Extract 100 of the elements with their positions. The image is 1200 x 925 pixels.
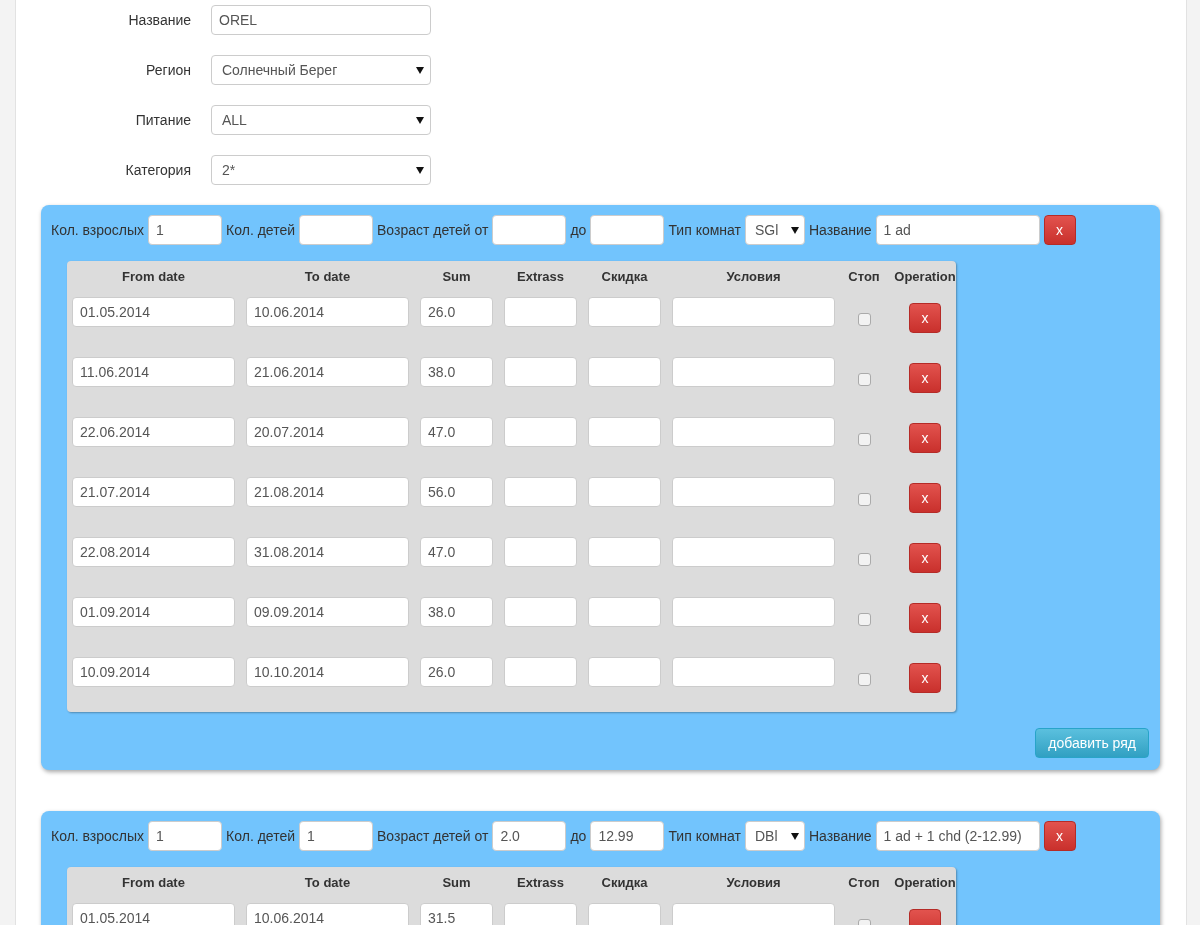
sum-field[interactable]: 38.0 [420,357,493,387]
date-field[interactable]: 11.06.2014 [72,357,235,387]
delete-button[interactable]: x [909,543,941,573]
delete-button[interactable]: x [909,483,941,513]
children-field[interactable]: 1 [299,821,374,851]
delete-button[interactable]: x [909,303,941,333]
field-label: Регион [145,62,191,78]
age-from-field[interactable]: 2.0 [492,821,567,851]
extras-field[interactable] [504,597,577,627]
room-type-select[interactable]: DBl [744,821,805,851]
sum-field[interactable]: 56.0 [420,477,493,507]
date-field[interactable]: 20.07.2014 [246,417,409,447]
sum-field[interactable]: 26.0 [420,657,493,687]
field-label: Возраст детей от [377,828,489,844]
sum-field[interactable]: 47.0 [420,417,493,447]
caret-icon [416,166,424,174]
adults-field[interactable]: 1 [148,215,223,245]
field-label: Тип комнат [668,222,741,238]
discount-field[interactable] [588,903,661,925]
conditions-field[interactable] [672,297,835,327]
field-label: Питание [134,112,191,128]
delete-button[interactable]: x [909,363,941,393]
date-field[interactable]: 09.09.2014 [246,597,409,627]
stop-checkbox[interactable] [857,613,871,626]
children-field[interactable] [299,215,374,245]
field-label: Категория [124,162,191,178]
field-label: Название [808,828,872,844]
discount-field[interactable] [588,597,661,627]
conditions-field[interactable] [672,477,835,507]
column-header: From date [121,268,186,284]
select-field[interactable]: 2* [211,155,431,185]
date-field[interactable]: 01.09.2014 [72,597,235,627]
name-field[interactable]: 1 ad [875,215,1040,245]
sum-field[interactable]: 31.5 [420,903,493,925]
date-field[interactable]: 21.08.2014 [246,477,409,507]
discount-field[interactable] [588,297,661,327]
field-label: до [570,828,587,844]
extras-field[interactable] [504,357,577,387]
date-field[interactable]: 01.05.2014 [72,297,235,327]
extras-field[interactable] [504,297,577,327]
date-field[interactable]: 10.09.2014 [72,657,235,687]
conditions-field[interactable] [672,357,835,387]
age-from-field[interactable] [492,215,567,245]
discount-field[interactable] [588,657,661,687]
delete-button[interactable]: x [909,663,941,693]
delete-button[interactable]: x [1043,821,1076,851]
discount-field[interactable] [588,417,661,447]
sum-field[interactable]: 38.0 [420,597,493,627]
text-field[interactable]: OREL [211,5,431,35]
extras-field[interactable] [504,657,577,687]
field-label: Название [808,222,872,238]
stop-checkbox[interactable] [857,433,871,446]
sum-field[interactable]: 47.0 [420,537,493,567]
name-field[interactable]: 1 ad + 1 chd (2-12.99) [875,821,1040,851]
date-field[interactable]: 22.08.2014 [72,537,235,567]
stop-checkbox[interactable] [857,493,871,506]
date-field[interactable]: 01.05.2014 [72,903,235,925]
select-field[interactable]: Солнечный Берег [211,55,431,85]
discount-field[interactable] [588,357,661,387]
date-field[interactable]: 10.06.2014 [246,903,409,925]
field-label: Тип комнат [668,828,741,844]
stop-checkbox[interactable] [857,313,871,326]
date-field[interactable]: 10.10.2014 [246,657,409,687]
conditions-field[interactable] [672,417,835,447]
extras-field[interactable] [504,903,577,925]
sum-field[interactable]: 26.0 [420,297,493,327]
date-field[interactable]: 22.06.2014 [72,417,235,447]
extras-field[interactable] [504,417,577,447]
delete-button[interactable]: x [909,603,941,633]
conditions-field[interactable] [672,657,835,687]
delete-button[interactable]: x [1043,215,1076,245]
field-label: Название [127,12,191,28]
field-label: Кол. взрослых [51,222,145,238]
age-to-field[interactable]: 12.99 [590,821,665,851]
stop-checkbox[interactable] [857,673,871,686]
stop-checkbox[interactable] [857,553,871,566]
date-field[interactable]: 31.08.2014 [246,537,409,567]
stop-checkbox[interactable] [857,373,871,386]
extras-field[interactable] [504,537,577,567]
discount-field[interactable] [588,477,661,507]
column-header: Operation [893,874,957,890]
column-header: Sum [441,268,472,284]
conditions-field[interactable] [672,903,835,925]
adults-field[interactable]: 1 [148,821,223,851]
column-header: Стоп [847,874,881,890]
delete-button[interactable]: x [909,423,941,453]
select-field[interactable]: ALL [211,105,431,135]
column-header: Sum [441,874,472,890]
conditions-field[interactable] [672,537,835,567]
date-field[interactable]: 21.07.2014 [72,477,235,507]
extras-field[interactable] [504,477,577,507]
age-to-field[interactable] [590,215,665,245]
field-label: Возраст детей от [377,222,489,238]
room-type-select[interactable]: SGl [744,215,805,245]
conditions-field[interactable] [672,597,835,627]
date-field[interactable]: 21.06.2014 [246,357,409,387]
column-header: Условия [725,874,782,890]
discount-field[interactable] [588,537,661,567]
field-label: Кол. детей [226,828,296,844]
date-field[interactable]: 10.06.2014 [246,297,409,327]
